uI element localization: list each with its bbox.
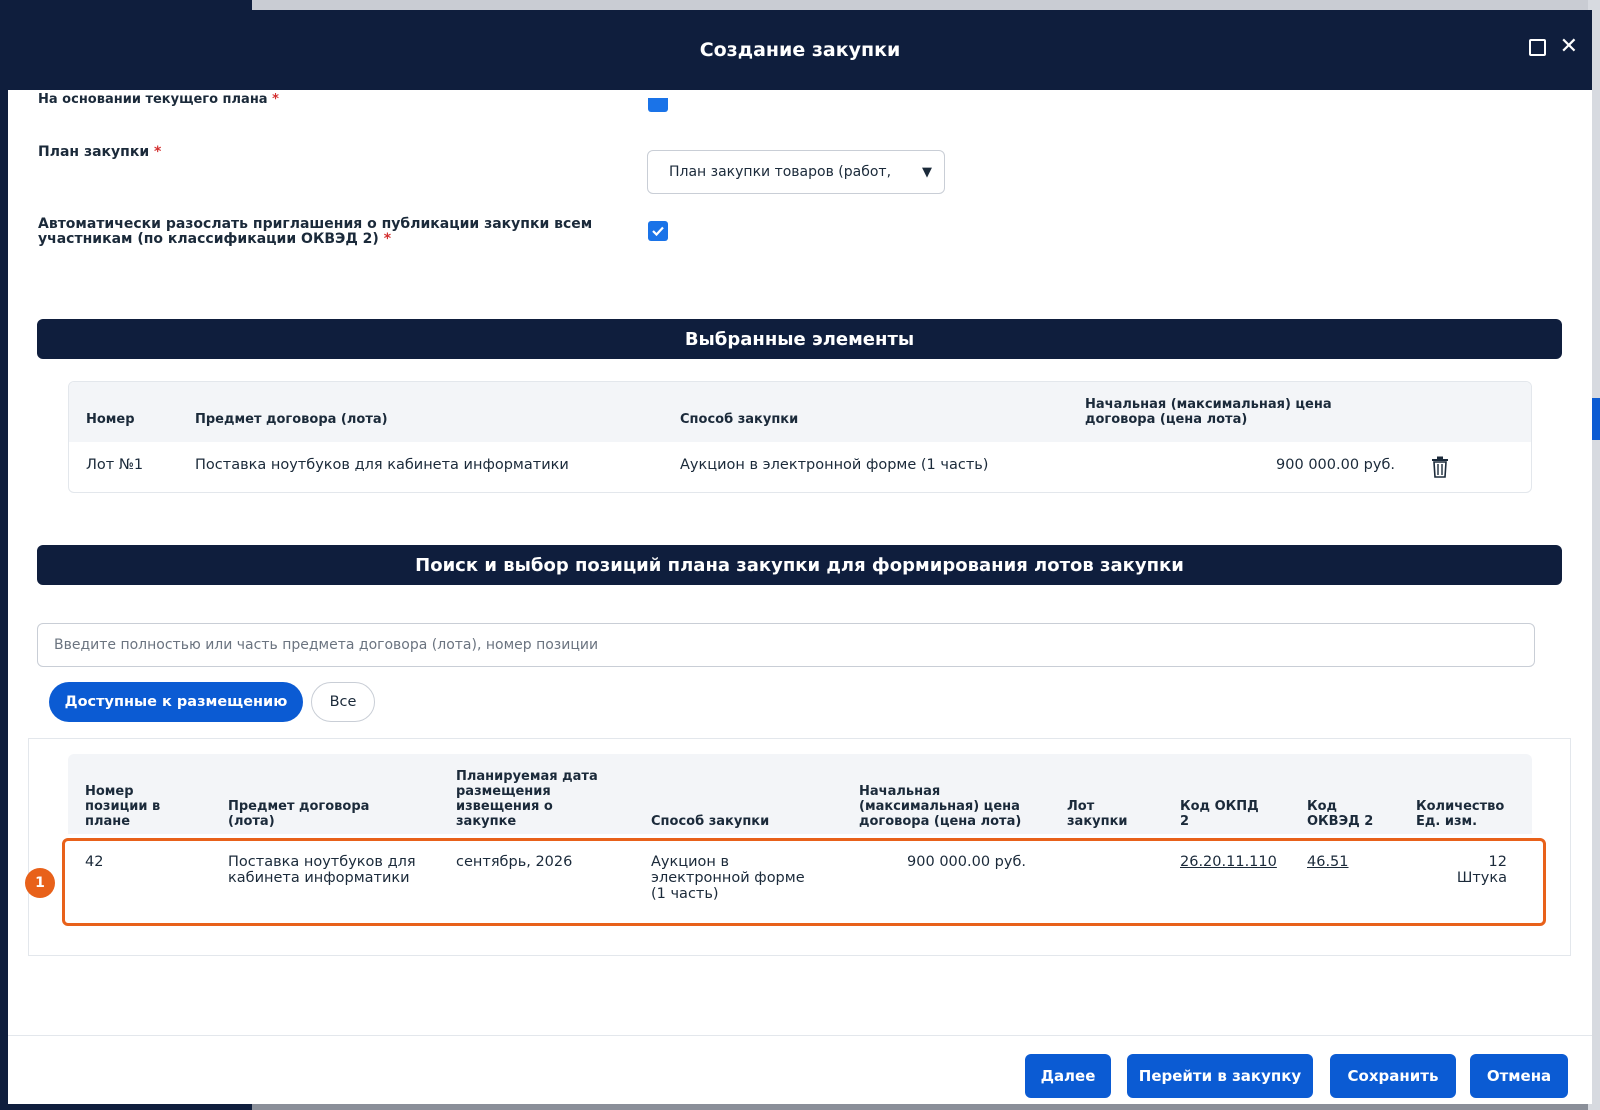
next-button[interactable]: Далее [1025,1054,1111,1098]
modal-body: На основании текущего плана * План закуп… [8,90,1592,1035]
chevron-down-icon: ▼ [922,164,932,180]
highlighted-position-row[interactable] [62,838,1546,926]
trash-icon[interactable] [1431,456,1449,478]
modal-title: Создание закупки [699,39,901,61]
auto-invite-checkbox[interactable] [648,221,668,241]
search-input[interactable] [37,623,1535,667]
cancel-button[interactable]: Отмена [1470,1054,1568,1098]
modal-header: Создание закупки ✕ [8,10,1592,90]
auto-invite-label: Автоматически разослать приглашения о пу… [38,216,593,247]
background-topbar [252,0,1600,10]
table-header: Номер позиции в плане Предмет договора (… [68,754,1532,834]
filter-available-button[interactable]: Доступные к размещению [49,682,303,722]
table-header: Номер Предмет договора (лота) Способ зак… [69,382,1531,442]
based-on-plan-checkbox[interactable] [648,98,668,112]
search-positions-header: Поиск и выбор позиций плана закупки для … [37,545,1562,585]
maximize-icon[interactable] [1528,38,1546,56]
plan-select[interactable]: План закупки товаров (работ, ▼ [647,150,945,194]
selected-elements-header: Выбранные элементы [37,319,1562,359]
check-icon [652,226,664,237]
filter-all-button[interactable]: Все [311,682,375,722]
table-row: Лот №1 Поставка ноутбуков для кабинета и… [69,442,1531,492]
goto-purchase-button[interactable]: Перейти в закупку [1127,1054,1313,1098]
save-button[interactable]: Сохранить [1330,1054,1456,1098]
based-on-plan-label: На основании текущего плана * [38,92,279,107]
selected-elements-table: Номер Предмет договора (лота) Способ зак… [68,381,1532,493]
create-purchase-modal: Создание закупки ✕ На основании текущего… [8,10,1592,1104]
plan-label: План закупки * [38,144,162,160]
close-icon[interactable]: ✕ [1560,36,1578,58]
step-badge: 1 [25,868,55,898]
modal-footer: Далее Перейти в закупку Сохранить Отмена [8,1035,1592,1104]
